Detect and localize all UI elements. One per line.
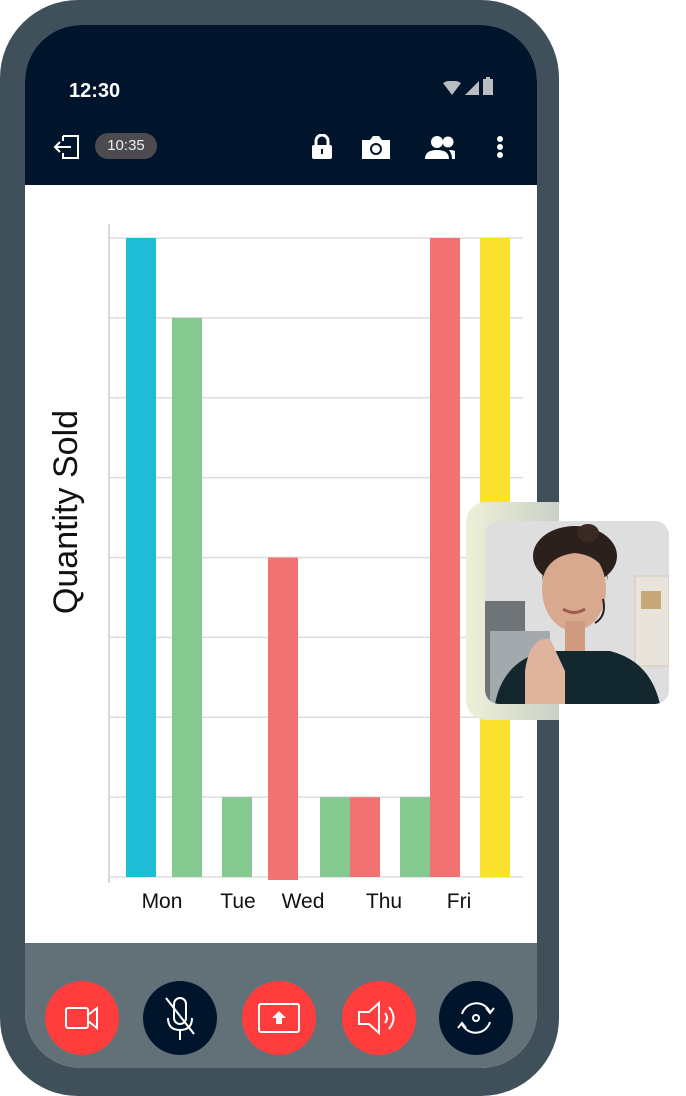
x-tick-label: Thu — [366, 890, 402, 913]
speaker-toggle-button[interactable] — [342, 981, 416, 1055]
rotate-camera-icon — [457, 1002, 495, 1034]
status-icons — [443, 77, 493, 95]
call-toolbar: 10:35 — [25, 133, 537, 173]
wifi-icon — [443, 81, 461, 95]
call-timer: 10:35 — [95, 133, 157, 159]
share-screen-button[interactable] — [242, 981, 316, 1055]
x-tick-label: Wed — [282, 890, 325, 913]
x-tick-label: Mon — [142, 890, 183, 913]
bar-fri — [430, 238, 460, 877]
battery-icon — [483, 77, 493, 95]
bar-fri — [400, 797, 430, 877]
bar-mon — [126, 238, 156, 877]
speaker-icon — [358, 1001, 395, 1035]
bar-mon — [172, 317, 202, 877]
mute-toggle-button[interactable] — [143, 981, 217, 1055]
camera-toggle-button[interactable] — [45, 981, 119, 1055]
participant-video[interactable] — [485, 521, 669, 704]
bar-wed — [268, 557, 298, 880]
x-tick-label: Fri — [447, 890, 472, 913]
bar-tue — [222, 797, 252, 877]
x-tick-label: Tue — [220, 890, 255, 913]
signal-icon — [465, 81, 479, 95]
participants-icon[interactable] — [425, 133, 455, 161]
video-camera-icon — [65, 1005, 98, 1031]
screen: 12:30 10:35 Mon Tue Wed Thu Fri Quantity Sold — [25, 25, 537, 1068]
exit-icon[interactable] — [51, 133, 81, 161]
bar-thu — [350, 797, 380, 877]
bar-chart: Mon Tue Wed Thu Fri Quantity Sold — [47, 224, 523, 913]
switch-camera-button[interactable] — [439, 981, 513, 1055]
shared-chart: Mon Tue Wed Thu Fri Quantity Sold — [25, 185, 537, 943]
share-screen-icon — [258, 1003, 300, 1033]
y-axis-label: Quantity Sold — [47, 410, 85, 614]
call-header: 12:30 10:35 — [25, 25, 537, 185]
participant-image — [485, 521, 669, 704]
status-time: 12:30 — [69, 80, 121, 102]
lock-icon[interactable] — [307, 133, 337, 161]
camera-icon[interactable] — [361, 133, 391, 161]
more-icon[interactable] — [485, 133, 515, 161]
call-controls — [25, 943, 537, 1068]
mic-off-icon — [165, 997, 195, 1040]
bar-thu — [320, 797, 350, 877]
